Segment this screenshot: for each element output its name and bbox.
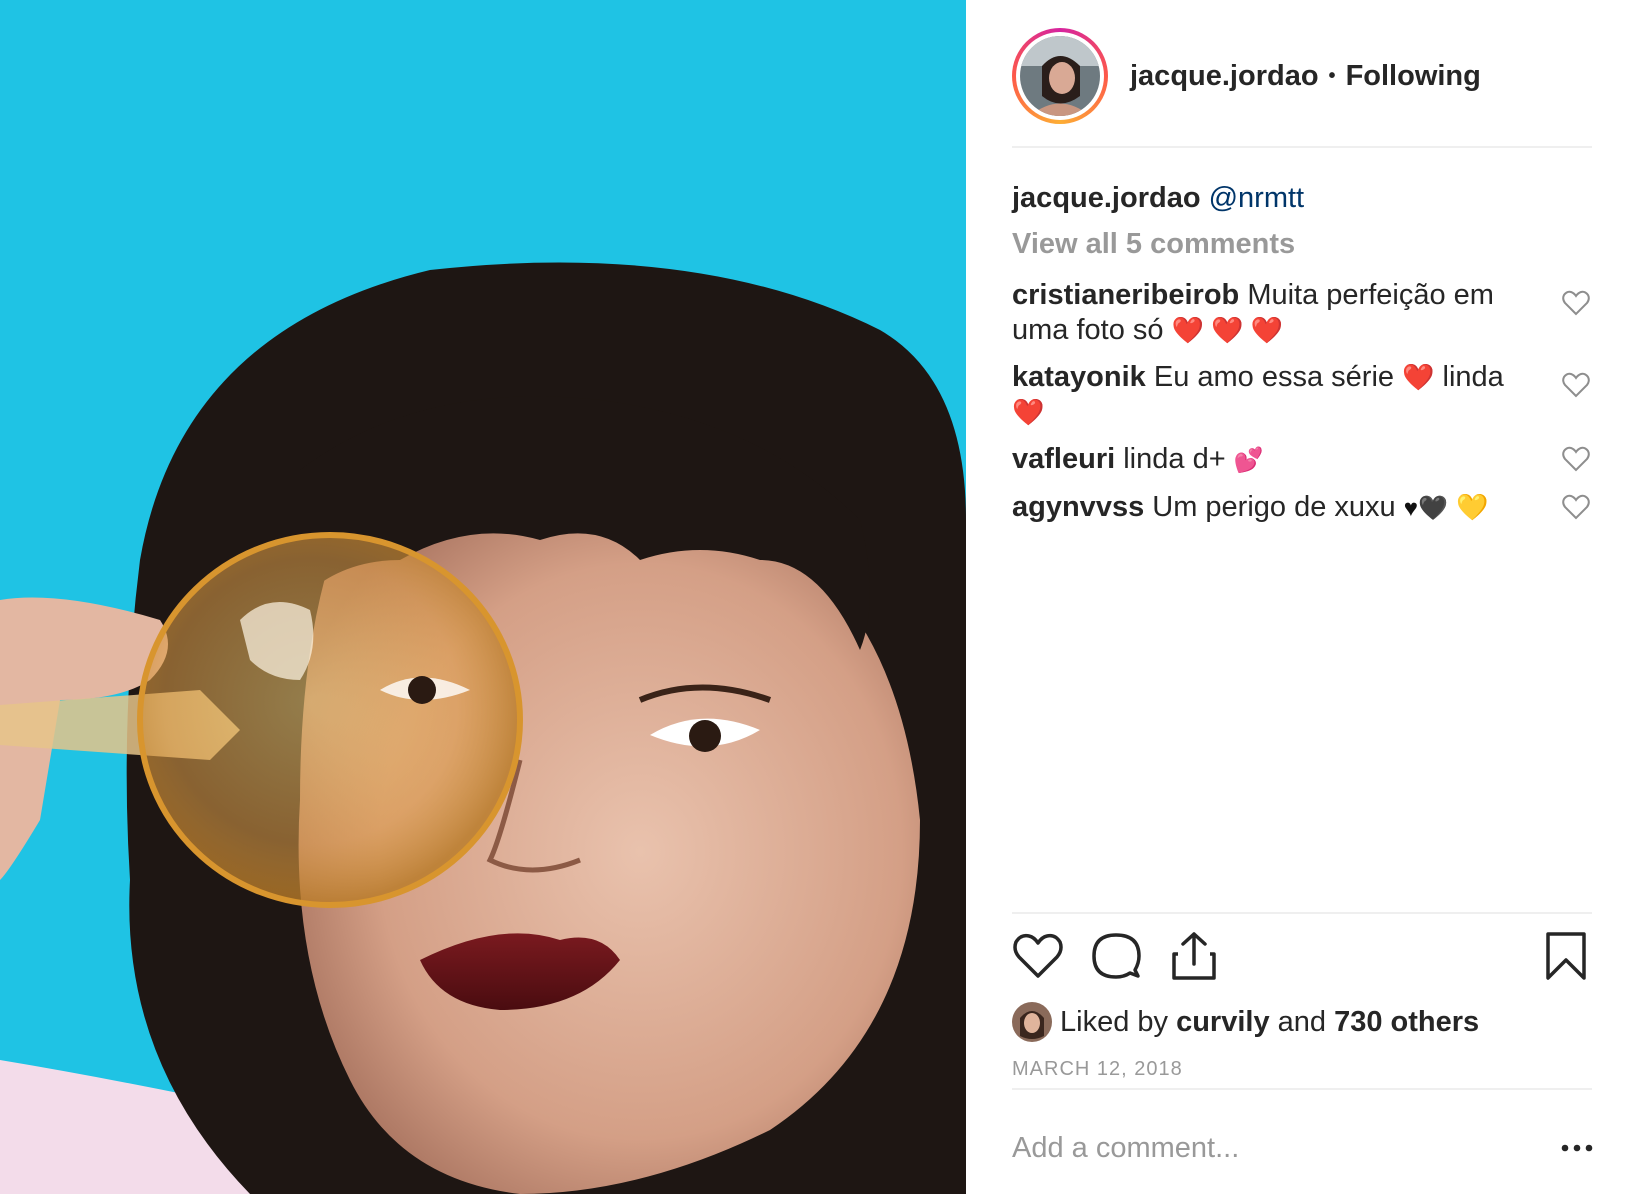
comment-item: vafleuri linda d+ 💕: [1012, 442, 1590, 478]
post-date[interactable]: MARCH 12, 2018: [1012, 1058, 1183, 1081]
comment-item: cristianeribeirob Muita perfeição em uma…: [1012, 278, 1590, 348]
comment-text: linda d+: [1123, 443, 1226, 475]
post-side-panel: jacque.jordao • Following jacque.jordao …: [966, 0, 1626, 1194]
comment-box-divider: [1012, 1088, 1592, 1090]
more-options-icon[interactable]: [1560, 1136, 1594, 1160]
add-comment-input[interactable]: [1012, 1128, 1532, 1168]
comment-text: Um perigo de xuxu: [1152, 491, 1396, 523]
liker-username[interactable]: curvily: [1176, 1006, 1270, 1039]
author-username[interactable]: jacque.jordao: [1130, 60, 1319, 93]
comment-like-heart-icon[interactable]: [1562, 290, 1590, 316]
comment-emoji-end: ❤️: [1012, 397, 1045, 427]
instagram-post: jacque.jordao • Following jacque.jordao …: [0, 0, 1626, 1194]
view-all-comments-link[interactable]: View all 5 comments: [1012, 228, 1295, 261]
comment-username[interactable]: agynvvss: [1012, 491, 1144, 523]
likes-middle: and: [1277, 1005, 1327, 1038]
author-avatar-ring[interactable]: [1012, 28, 1108, 124]
likes-summary: Liked by curvily and 730 others: [1012, 1002, 1479, 1042]
share-icon[interactable]: [1168, 930, 1220, 982]
comment-username[interactable]: katayonik: [1012, 361, 1146, 393]
caption-username[interactable]: jacque.jordao: [1012, 182, 1201, 214]
comment-username[interactable]: cristianeribeirob: [1012, 279, 1239, 311]
comment-emoji: ❤️: [1402, 362, 1435, 392]
comment-emoji-yellow: 💛: [1455, 492, 1489, 522]
comment-bubble-icon[interactable]: [1090, 930, 1142, 982]
comment-like-heart-icon[interactable]: [1562, 494, 1590, 520]
likes-prefix: Liked by: [1060, 1005, 1169, 1038]
action-bar: [1012, 930, 1592, 986]
post-caption: jacque.jordao @nrmtt: [1012, 178, 1304, 218]
comment-emoji: 💕: [1233, 447, 1264, 474]
portrait-photo: [0, 0, 966, 1194]
comment-item: agynvvss Um perigo de xuxu ♥🖤 💛: [1012, 490, 1590, 526]
comment-like-heart-icon[interactable]: [1562, 446, 1590, 472]
comment-like-heart-icon[interactable]: [1562, 372, 1590, 398]
likes-count-link[interactable]: 730 others: [1334, 1006, 1479, 1039]
actions-divider: [1012, 912, 1592, 914]
comment-username[interactable]: vafleuri: [1012, 443, 1115, 475]
liker-avatar[interactable]: [1012, 1002, 1052, 1042]
header-divider: [1012, 146, 1592, 148]
comment-list: cristianeribeirob Muita perfeição em uma…: [1012, 278, 1592, 538]
comment-text: Eu amo essa série: [1153, 361, 1395, 393]
author-avatar: [1020, 36, 1100, 116]
comment-item: katayonik Eu amo essa série ❤️ linda ❤️: [1012, 360, 1590, 430]
comment-emoji: ❤️ ❤️ ❤️: [1171, 315, 1284, 345]
heart-icon[interactable]: [1012, 930, 1064, 982]
following-button[interactable]: Following: [1346, 60, 1481, 93]
comment-emoji: ♥🖤: [1403, 495, 1448, 522]
post-header: jacque.jordao • Following: [1012, 28, 1592, 124]
post-photo[interactable]: [0, 0, 966, 1194]
bookmark-icon[interactable]: [1540, 930, 1592, 982]
comment-text-after: linda: [1442, 361, 1504, 393]
caption-mention[interactable]: @nrmtt: [1209, 182, 1305, 214]
header-separator: •: [1328, 64, 1336, 87]
